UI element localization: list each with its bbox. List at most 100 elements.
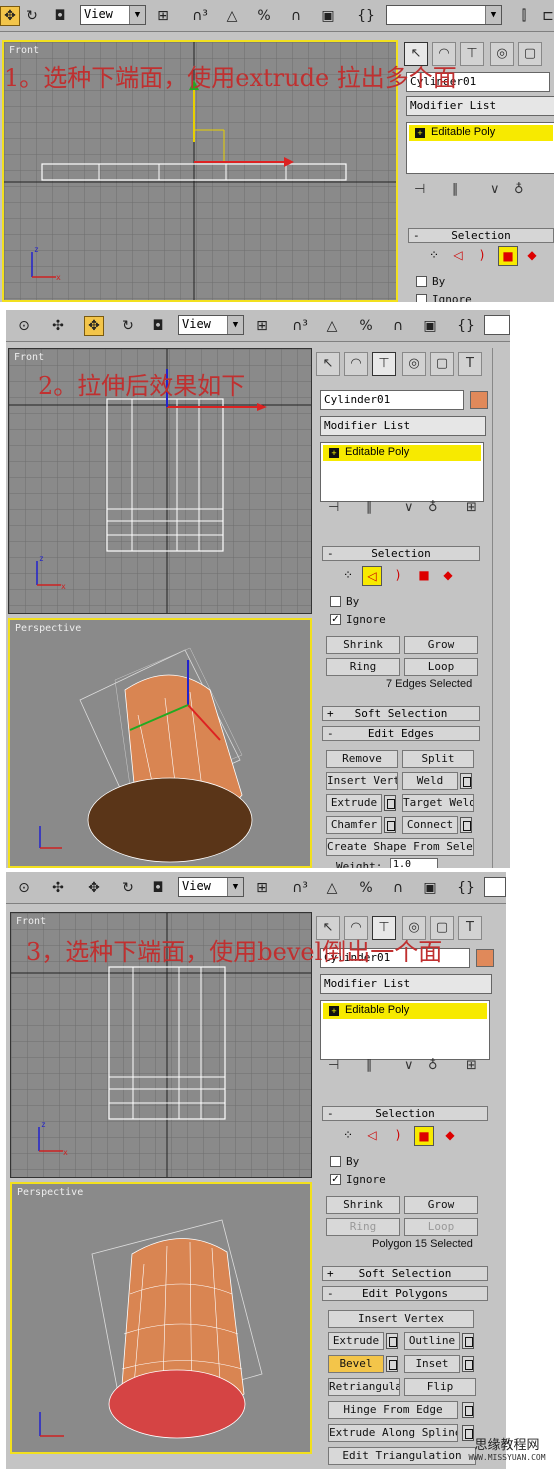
selection-rollout-header[interactable]: - Selection bbox=[408, 228, 554, 243]
target-weld-button[interactable]: Target Weld bbox=[402, 794, 474, 812]
flip-button[interactable]: Flip bbox=[404, 1378, 476, 1396]
outline-button[interactable]: Outline bbox=[404, 1332, 460, 1350]
border-subobject-icon[interactable]: ) bbox=[472, 246, 492, 266]
named-selection-icon[interactable]: ▣ bbox=[318, 6, 338, 26]
chamfer-settings-icon[interactable] bbox=[384, 817, 396, 833]
panel-scrollbar[interactable] bbox=[492, 348, 510, 868]
percent-snap-icon[interactable]: % bbox=[254, 6, 274, 26]
edge-subobject-icon[interactable]: ◁ bbox=[362, 1126, 382, 1146]
make-unique-icon[interactable]: ∨ bbox=[404, 500, 414, 515]
named-selection-set[interactable] bbox=[484, 877, 506, 897]
percent-snap-icon[interactable]: % bbox=[356, 316, 376, 336]
text-abc-icon[interactable]: {} bbox=[456, 316, 476, 336]
edge-subobject-icon[interactable]: ◁ bbox=[448, 246, 468, 266]
configure-icon[interactable]: ⊞ bbox=[466, 500, 477, 515]
select-manipulate-icon[interactable]: ✣ bbox=[48, 316, 68, 336]
bevel-settings-icon[interactable] bbox=[386, 1356, 398, 1372]
insert-vertex-button[interactable]: Insert Vertex bbox=[328, 1310, 474, 1328]
snap-3d-icon[interactable]: ∩³ bbox=[290, 316, 310, 336]
utilities-tab-icon[interactable]: T bbox=[458, 916, 482, 940]
align-icon[interactable]: ⊏ bbox=[538, 6, 554, 26]
remove-modifier-icon[interactable]: ♁ bbox=[514, 182, 524, 197]
ignore-backfacing-checkbox[interactable] bbox=[416, 294, 427, 302]
move-icon[interactable]: ✥ bbox=[84, 316, 104, 336]
hinge-settings-icon[interactable] bbox=[462, 1402, 474, 1418]
vertex-subobject-icon[interactable]: ⁘ bbox=[424, 246, 444, 266]
extrude-along-spline-button[interactable]: Extrude Along Spline bbox=[328, 1424, 458, 1442]
stack-item-editable-poly[interactable]: + Editable Poly bbox=[323, 1003, 487, 1019]
split-button[interactable]: Split bbox=[402, 750, 474, 768]
modifier-stack[interactable]: + Editable Poly bbox=[406, 122, 554, 174]
select-region-icon[interactable]: ⊙ bbox=[14, 316, 34, 336]
border-subobject-icon[interactable]: ) bbox=[388, 566, 408, 586]
named-selection-set[interactable] bbox=[484, 315, 510, 335]
text-abc-icon[interactable]: {} bbox=[456, 878, 476, 898]
display-tab-icon[interactable]: ▢ bbox=[518, 42, 542, 66]
bevel-button[interactable]: Bevel bbox=[328, 1355, 384, 1373]
create-tab-icon[interactable]: ↖ bbox=[316, 352, 340, 376]
remove-modifier-icon[interactable]: ♁ bbox=[428, 1058, 438, 1073]
connect-settings-icon[interactable] bbox=[460, 817, 472, 833]
hierarchy-tab-icon[interactable]: ⊤ bbox=[372, 352, 396, 376]
retriangulate-button[interactable]: Retriangulate bbox=[328, 1378, 400, 1396]
connect-button[interactable]: Connect bbox=[402, 816, 458, 834]
utilities-tab-icon[interactable]: T bbox=[458, 352, 482, 376]
show-end-result-icon[interactable]: ∥ bbox=[452, 182, 459, 197]
object-color-swatch[interactable] bbox=[470, 391, 488, 409]
stack-item-editable-poly[interactable]: + Editable Poly bbox=[409, 125, 553, 141]
object-color-swatch[interactable] bbox=[476, 949, 494, 967]
modifier-list-dropdown[interactable]: Modifier List bbox=[406, 96, 554, 116]
weld-button[interactable]: Weld bbox=[402, 772, 458, 790]
show-end-result-icon[interactable]: ∥ bbox=[366, 500, 373, 515]
text-abc-icon[interactable]: {} bbox=[356, 6, 376, 26]
shrink-button[interactable]: Shrink bbox=[326, 636, 400, 654]
show-end-result-icon[interactable]: ∥ bbox=[366, 1058, 373, 1073]
loop-button[interactable]: Loop bbox=[404, 658, 478, 676]
edit-polygons-rollout-header[interactable]: - Edit Polygons bbox=[322, 1286, 488, 1301]
polygon-subobject-icon[interactable]: ■ bbox=[414, 566, 434, 586]
named-selection-set[interactable]: ▼ bbox=[386, 5, 502, 25]
view-select[interactable]: View ▼ bbox=[80, 5, 146, 25]
angle-snap-icon[interactable]: △ bbox=[222, 6, 242, 26]
inset-button[interactable]: Inset bbox=[404, 1355, 460, 1373]
ring-button[interactable]: Ring bbox=[326, 1218, 400, 1236]
mirror-icon[interactable]: ⫿ bbox=[514, 6, 534, 26]
make-unique-icon[interactable]: ∨ bbox=[404, 1058, 414, 1073]
perspective-viewport-3[interactable]: Perspective bbox=[10, 1182, 312, 1454]
percent-snap-icon[interactable]: % bbox=[356, 878, 376, 898]
remove-button[interactable]: Remove bbox=[326, 750, 398, 768]
spinner-snap-icon[interactable]: ∩ bbox=[388, 878, 408, 898]
object-name-field[interactable]: Cylinder01 bbox=[320, 390, 464, 410]
select-manipulate-icon[interactable]: ✣ bbox=[48, 878, 68, 898]
weld-settings-icon[interactable] bbox=[460, 773, 472, 789]
extrude-button[interactable]: Extrude bbox=[328, 1332, 384, 1350]
motion-tab-icon[interactable]: ◎ bbox=[490, 42, 514, 66]
snap-3d-icon[interactable]: ∩³ bbox=[190, 6, 210, 26]
selection-rollout-header[interactable]: - Selection bbox=[322, 546, 480, 561]
outline-settings-icon[interactable] bbox=[462, 1333, 474, 1349]
chamfer-button[interactable]: Chamfer bbox=[326, 816, 382, 834]
named-selection-icon[interactable]: ▣ bbox=[420, 878, 440, 898]
by-vertex-checkbox[interactable] bbox=[416, 276, 427, 287]
pin-stack-icon[interactable]: ⊣ bbox=[328, 500, 339, 515]
extrude-settings-icon[interactable] bbox=[386, 1333, 398, 1349]
modifier-list-dropdown[interactable]: Modifier List bbox=[320, 416, 486, 436]
pivot-icon[interactable]: ⊞ bbox=[252, 316, 272, 336]
remove-modifier-icon[interactable]: ♁ bbox=[428, 500, 438, 515]
extrude-settings-icon[interactable] bbox=[384, 795, 396, 811]
shrink-button[interactable]: Shrink bbox=[326, 1196, 400, 1214]
display-tab-icon[interactable]: ▢ bbox=[430, 352, 454, 376]
scale-icon[interactable]: ◘ bbox=[50, 6, 70, 26]
inset-settings-icon[interactable] bbox=[462, 1356, 474, 1372]
select-region-icon[interactable]: ⊙ bbox=[14, 878, 34, 898]
stack-item-editable-poly[interactable]: + Editable Poly bbox=[323, 445, 481, 461]
motion-tab-icon[interactable]: ◎ bbox=[402, 352, 426, 376]
grow-button[interactable]: Grow bbox=[404, 636, 478, 654]
vertex-subobject-icon[interactable]: ⁘ bbox=[338, 1126, 358, 1146]
grow-button[interactable]: Grow bbox=[404, 1196, 478, 1214]
pivot-icon[interactable]: ⊞ bbox=[153, 6, 173, 26]
angle-snap-icon[interactable]: △ bbox=[322, 878, 342, 898]
make-unique-icon[interactable]: ∨ bbox=[490, 182, 500, 197]
modifier-stack[interactable]: + Editable Poly bbox=[320, 442, 484, 502]
named-selection-icon[interactable]: ▣ bbox=[420, 316, 440, 336]
